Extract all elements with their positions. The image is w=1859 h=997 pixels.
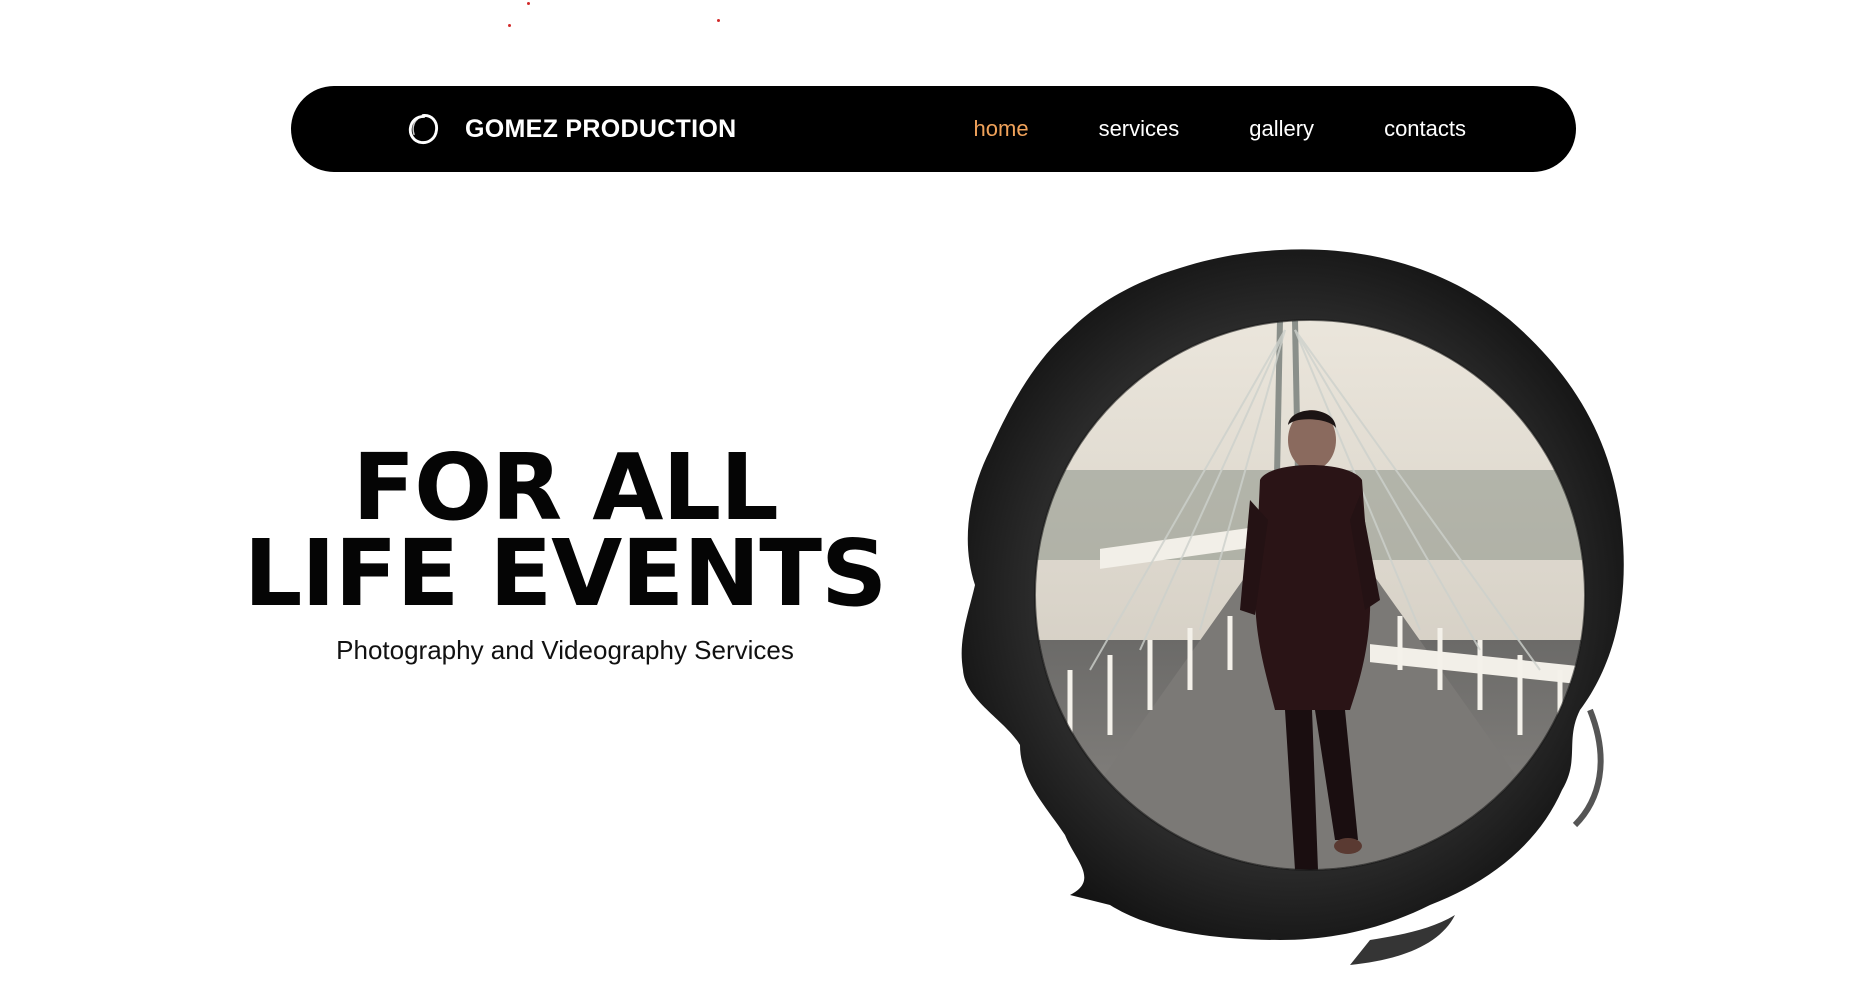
hero-title-line-2: LIFE EVENTS bbox=[243, 520, 887, 627]
navbar: GOMEZ PRODUCTION home services gallery c… bbox=[291, 86, 1576, 172]
page: GOMEZ PRODUCTION home services gallery c… bbox=[0, 0, 1859, 997]
hero-photo-frame bbox=[961, 249, 1624, 965]
brand-name: GOMEZ PRODUCTION bbox=[465, 114, 737, 143]
decorative-dot bbox=[717, 19, 720, 22]
hero-subtitle: Photography and Videography Services bbox=[336, 635, 794, 665]
hero-image bbox=[950, 240, 1670, 970]
hero-title: FOR ALL LIFE EVENTS bbox=[200, 434, 930, 627]
nav-link-home[interactable]: home bbox=[974, 116, 1029, 142]
hero-text: FOR ALL LIFE EVENTS Photography and Vide… bbox=[200, 434, 930, 666]
decorative-dot bbox=[508, 24, 511, 27]
nav-link-gallery[interactable]: gallery bbox=[1249, 116, 1314, 142]
brand[interactable]: GOMEZ PRODUCTION bbox=[405, 86, 736, 172]
nav-link-contacts[interactable]: contacts bbox=[1384, 116, 1466, 142]
brush-circle-icon bbox=[408, 114, 438, 145]
decorative-dot bbox=[527, 2, 530, 5]
nav-link-services[interactable]: services bbox=[1099, 116, 1180, 142]
hero-title-line-1: FOR ALL bbox=[352, 434, 778, 541]
main-nav: home services gallery contacts bbox=[974, 86, 1466, 172]
